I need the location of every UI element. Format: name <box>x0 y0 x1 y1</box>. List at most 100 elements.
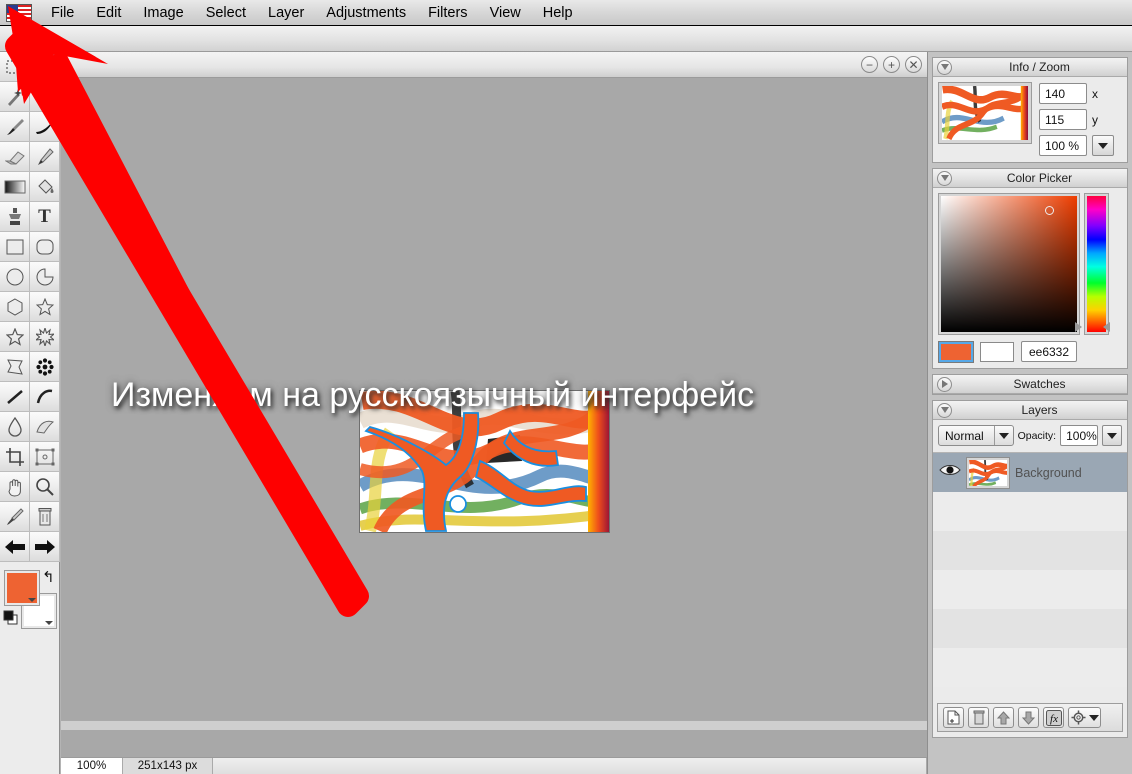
blend-mode-caret-icon[interactable] <box>993 426 1013 445</box>
zoom-in-button[interactable]: + <box>883 56 900 73</box>
zoom-out-button[interactable]: − <box>861 56 878 73</box>
menu-edit[interactable]: Edit <box>85 2 132 24</box>
hue-strip[interactable] <box>1084 193 1109 335</box>
ink-brush-tool[interactable] <box>30 112 60 142</box>
opacity-field[interactable]: 100% <box>1060 425 1099 446</box>
eyedropper-tool[interactable] <box>0 502 30 532</box>
layer-thumbnail-image <box>969 459 1007 486</box>
opacity-dropdown-button[interactable] <box>1102 425 1122 446</box>
panel-layers-title: Layers <box>1021 403 1058 417</box>
move-tool[interactable] <box>30 52 60 82</box>
pencil-tool[interactable] <box>30 142 60 172</box>
layer-thumbnail[interactable] <box>966 456 1010 489</box>
text-tool[interactable]: T <box>30 202 60 232</box>
layer-visibility-eye-icon[interactable] <box>939 463 961 482</box>
application-window: File Edit Image Select Layer Adjustments… <box>0 0 1132 774</box>
pie-shape-tool[interactable] <box>30 262 60 292</box>
us-flag-language-button[interactable] <box>6 3 32 22</box>
blend-mode-select[interactable]: Normal <box>938 425 1014 446</box>
panel-info-zoom-title: Info / Zoom <box>1009 60 1070 74</box>
crop-tool[interactable] <box>0 442 30 472</box>
layer-empty-row <box>933 531 1127 570</box>
polygon-shape-tool[interactable] <box>0 292 30 322</box>
lasso-select-tool[interactable] <box>30 82 60 112</box>
clone-stamp-tool[interactable] <box>0 202 30 232</box>
ellipse-shape-tool[interactable] <box>0 262 30 292</box>
star-shape-tool[interactable] <box>30 292 60 322</box>
layer-toolbar: fx <box>937 703 1123 732</box>
menu-view[interactable]: View <box>479 2 532 24</box>
layer-empty-row <box>933 492 1127 531</box>
move-layer-up-button[interactable] <box>993 707 1014 728</box>
hand-tool[interactable] <box>0 472 30 502</box>
panel-swatches-header[interactable]: Swatches <box>933 375 1127 394</box>
layer-properties-button[interactable] <box>1068 707 1101 728</box>
redo-arrow-tool[interactable] <box>30 532 60 562</box>
eraser-tool[interactable] <box>0 142 30 172</box>
add-layer-button[interactable] <box>943 707 964 728</box>
navigator-thumbnail[interactable] <box>938 82 1032 144</box>
status-zoom-level[interactable]: 100% <box>61 757 123 774</box>
curve-tool[interactable] <box>30 382 60 412</box>
rectangle-select-tool[interactable] <box>0 52 30 82</box>
paint-bucket-tool[interactable] <box>30 172 60 202</box>
gradient-tool[interactable] <box>0 172 30 202</box>
layer-effects-button[interactable]: fx <box>1043 707 1064 728</box>
chevron-down-icon[interactable] <box>937 170 952 186</box>
cursor-y-field[interactable]: 115 <box>1039 109 1087 130</box>
canvas-window: − + ✕ Изменяем на русскоязычный интерфей… <box>61 52 927 774</box>
panel-layers-header[interactable]: Layers <box>933 401 1127 420</box>
menu-select[interactable]: Select <box>195 2 257 24</box>
zoom-level-dropdown-button[interactable] <box>1092 135 1114 156</box>
smudge-tool[interactable] <box>30 412 60 442</box>
canvas-horizontal-scrollbar[interactable] <box>61 720 927 730</box>
cursor-x-field[interactable]: 140 <box>1039 83 1087 104</box>
panel-info-zoom-body: 140 x 115 y 100 % <box>933 77 1127 162</box>
banner-shape-tool[interactable] <box>0 352 30 382</box>
paintbrush-tool[interactable] <box>0 112 30 142</box>
hex-color-field[interactable]: ee6332 <box>1021 341 1077 362</box>
close-button[interactable]: ✕ <box>905 56 922 73</box>
picker-secondary-color-swatch[interactable] <box>980 341 1014 362</box>
picker-primary-color-swatch[interactable] <box>938 340 974 363</box>
blend-mode-value: Normal <box>945 428 984 443</box>
zoom-tool[interactable] <box>30 472 60 502</box>
status-empty-area <box>213 757 927 774</box>
delete-layer-button[interactable] <box>968 707 989 728</box>
zoom-level-field[interactable]: 100 % <box>1039 135 1087 156</box>
rounded-rectangle-tool[interactable] <box>30 232 60 262</box>
panel-info-zoom-header[interactable]: Info / Zoom <box>933 58 1127 77</box>
menu-adjustments[interactable]: Adjustments <box>315 2 417 24</box>
canvas-surface[interactable]: Изменяем на русскоязычный интерфейс <box>61 79 927 747</box>
rectangle-shape-tool[interactable] <box>0 232 30 262</box>
menu-file[interactable]: File <box>40 2 85 24</box>
layer-properties-caret-icon[interactable] <box>1088 714 1099 721</box>
magic-wand-tool[interactable] <box>0 82 30 112</box>
star-outline-tool[interactable] <box>0 322 30 352</box>
reset-arrow-icon[interactable]: ↰ <box>42 570 55 585</box>
menu-help[interactable]: Help <box>532 2 584 24</box>
color-cursor-icon[interactable] <box>1045 206 1054 215</box>
chevron-right-icon[interactable] <box>937 376 952 392</box>
chevron-down-icon[interactable] <box>937 402 952 418</box>
saturation-value-field[interactable] <box>938 193 1080 335</box>
background-color-dropdown-arrow[interactable] <box>45 621 53 625</box>
table-row[interactable]: Background <box>933 453 1127 492</box>
menu-filters[interactable]: Filters <box>417 2 478 24</box>
move-layer-down-button[interactable] <box>1018 707 1039 728</box>
undo-arrow-tool[interactable] <box>0 532 30 562</box>
delete-trash-tool[interactable] <box>30 502 60 532</box>
transform-tool[interactable] <box>30 442 60 472</box>
color-swatch-area: ↰ <box>0 568 60 638</box>
burst-shape-tool[interactable] <box>30 322 60 352</box>
foreground-color-dropdown-arrow[interactable] <box>28 598 36 602</box>
menu-layer[interactable]: Layer <box>257 2 315 24</box>
foreground-color-swatch[interactable] <box>4 570 40 606</box>
line-tool[interactable] <box>0 382 30 412</box>
menu-image[interactable]: Image <box>132 2 194 24</box>
chevron-down-icon[interactable] <box>937 59 952 75</box>
blur-tool[interactable] <box>0 412 30 442</box>
swap-colors-icon[interactable] <box>3 610 21 633</box>
panel-color-picker-header[interactable]: Color Picker <box>933 169 1127 188</box>
flower-shape-tool[interactable] <box>30 352 60 382</box>
